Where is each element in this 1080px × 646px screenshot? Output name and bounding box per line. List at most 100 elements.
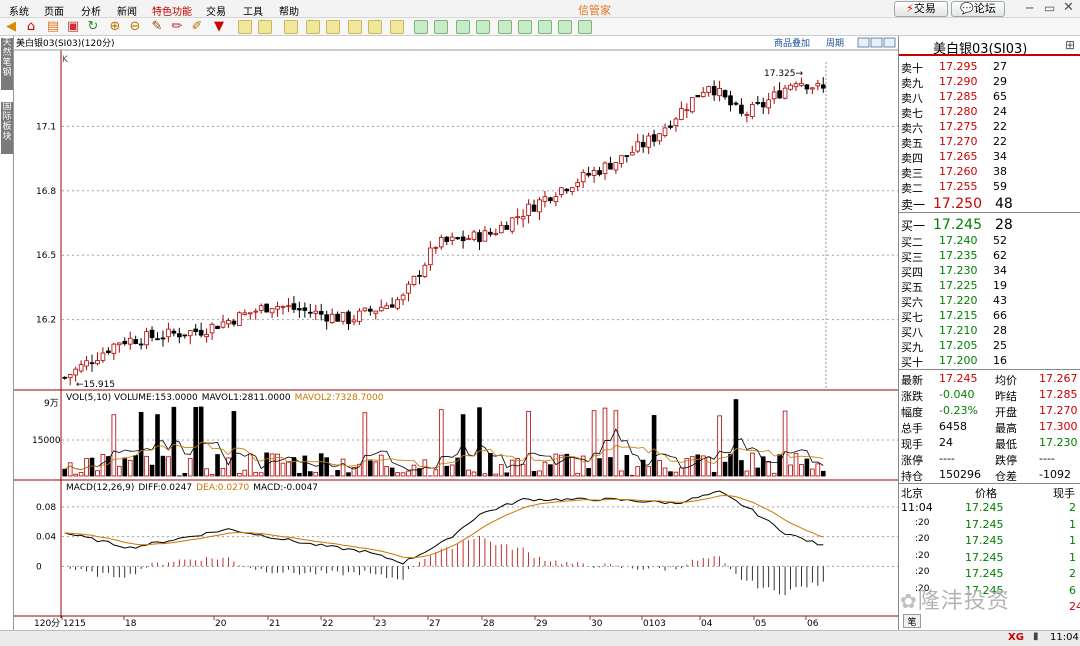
period-button-8[interactable] [414,20,428,34]
stat-value: ---- [1039,452,1055,465]
tb-zoom-out-icon[interactable]: ⊖ [128,20,142,34]
period-button-4[interactable] [326,20,340,34]
menu-analysis[interactable]: 分析 [81,3,101,18]
period-button-6[interactable] [368,20,382,34]
macd-header-macd: MACD:-0.0047 [253,483,318,493]
candle-body [67,374,73,379]
candle-body [95,360,100,365]
zoom-out-icon[interactable] [870,37,883,48]
stat-label: 现手 [901,438,923,451]
date-label: 18 [125,619,137,629]
bid-row: 买四 17.230 34 [899,263,1080,279]
chart-header: 美白银03(SI03)(120分) [16,37,115,49]
period-button-1[interactable] [258,20,272,34]
candle-body [482,230,488,242]
expand-icon[interactable]: ⊞ [1065,38,1075,52]
watermark: ✿隆沣投资 [900,583,1010,615]
chart-area[interactable]: 美白银03(SI03)(120分) K 商品叠加 周期 17.1 16.8 16.5 16.2… [14,36,898,630]
volume-bar [526,410,531,477]
candle-body [428,247,433,266]
volume-bar [624,455,630,477]
volume-bar [586,468,591,477]
tick-time: 11:04 [901,501,933,514]
date-label: 06 [807,619,819,629]
volume-bar [569,456,575,477]
volume-bar [509,459,515,477]
minimize-icon[interactable]: ─ [1026,1,1033,15]
stat-label: 昨结 [995,390,1017,403]
tb-pencil-icon[interactable]: ✏ [170,20,184,34]
left-tab-2[interactable]: 国际板块 [1,102,13,154]
tb-filter-icon[interactable]: ▼ [212,20,226,34]
candle-body [635,141,641,152]
menu-features[interactable]: 特色功能 [152,3,192,18]
volume-bar [515,458,520,477]
app-title: 信管家 [578,4,611,17]
volume-bar [389,467,395,477]
ask-price: 17.250 [933,196,982,212]
bid-price: 17.235 [939,249,978,262]
tick-price: 17.245 [965,534,1004,547]
candle-body [799,82,804,86]
tb-zoom-in-icon[interactable]: ⊕ [108,20,122,34]
menu-help[interactable]: 帮助 [279,3,299,18]
tb-home-icon[interactable]: ⌂ [24,20,38,34]
forum-button[interactable]: 💬论坛 [951,1,1005,17]
restore-icon[interactable]: ▭ [1044,1,1055,15]
tb-book-icon[interactable]: ▤ [46,20,60,34]
stat-value: 6458 [939,420,967,433]
candle-body [662,127,668,136]
date-label: 23 [375,619,386,629]
menu-trade[interactable]: 交易 [206,3,226,18]
menu-page[interactable]: 页面 [44,3,64,18]
volume-bar [711,471,717,477]
menu-news[interactable]: 新闻 [117,3,137,18]
trade-button[interactable]: ⚡交易 [894,1,948,17]
candle-body [733,102,739,105]
menu-tools[interactable]: 工具 [243,3,263,18]
stat-value: 17.267 [1039,372,1078,385]
ticks-header-loc: 北京 [901,487,923,500]
period-button-10[interactable] [456,20,470,34]
tick-row: :20 17.245 2 [899,566,1080,581]
vol-header-base: VOL(5,10) VOLUME:153.0000 [66,393,198,403]
tb-brush-icon[interactable]: ✐ [190,20,204,34]
period-link[interactable]: 周期 [826,38,844,49]
candle-body [187,330,193,337]
tb-news-icon[interactable]: ▣ [66,20,80,34]
tb-refresh-icon[interactable]: ↻ [86,20,100,34]
period-button-0[interactable] [238,20,252,34]
menu-system[interactable]: 系统 [9,3,29,18]
candle-body [373,310,379,314]
volume-bar [198,406,204,477]
fit-icon[interactable] [883,37,896,48]
overlay-link[interactable]: 商品叠加 [774,37,810,49]
period-button-9[interactable] [434,20,448,34]
candle-body [569,187,575,192]
period-button-5[interactable] [348,20,362,34]
bid-volume: 25 [993,339,1007,352]
period-button-13[interactable] [518,20,532,34]
left-tab-1[interactable]: 天然笔钢 [1,38,13,90]
close-icon[interactable]: ✕ [1063,0,1074,15]
period-button-16[interactable] [578,20,592,34]
zoom-in-icon[interactable] [857,37,870,48]
period-button-7[interactable] [390,20,404,34]
volume-bar [531,471,537,477]
left-tab-strip: 天然笔钢 国际板块 [0,36,14,636]
period-button-15[interactable] [558,20,572,34]
candle-body [619,155,624,164]
bid-price: 17.220 [939,294,978,307]
candle-body [755,102,761,104]
period-button-2[interactable] [284,20,298,34]
period-button-12[interactable] [498,20,512,34]
volume-bar [78,472,84,477]
period-button-3[interactable] [306,20,320,34]
tb-back-icon[interactable]: ◀ [4,20,18,34]
tb-pen-icon[interactable]: ✎ [150,20,164,34]
period-button-14[interactable] [538,20,552,34]
volume-bar [138,411,144,477]
candle-body [548,197,553,202]
bottom-tab[interactable]: 笔 [903,614,921,628]
period-button-11[interactable] [476,20,490,34]
